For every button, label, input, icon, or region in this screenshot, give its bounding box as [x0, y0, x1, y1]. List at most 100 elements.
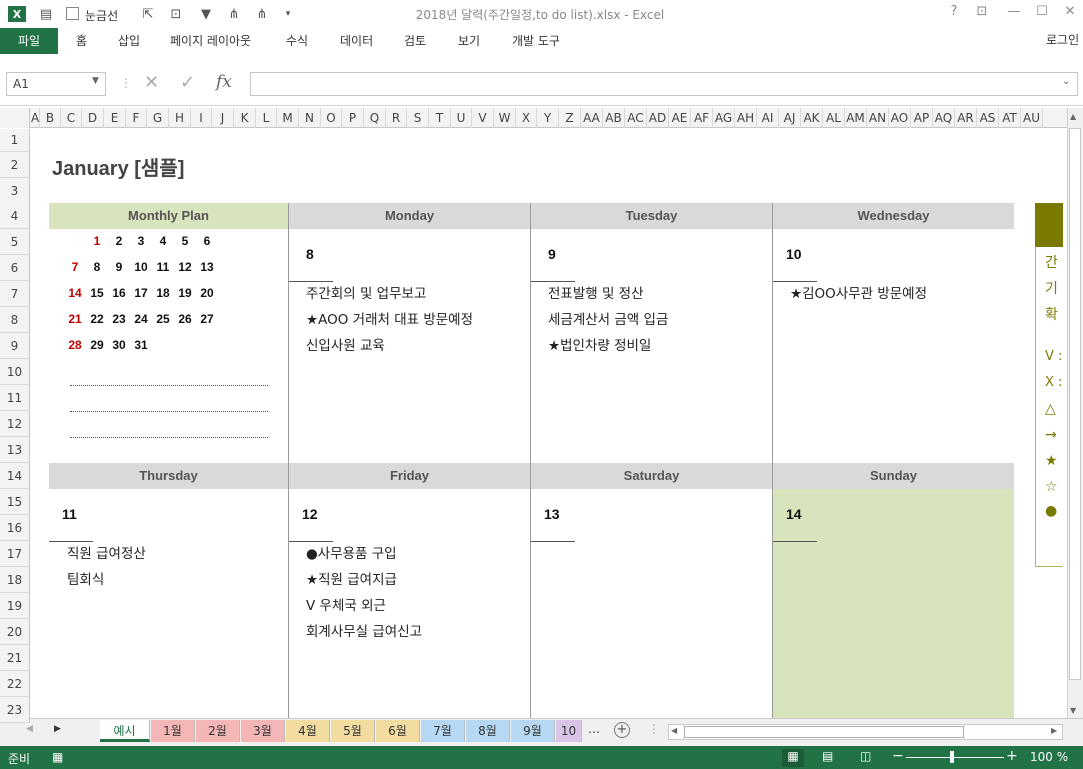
maximize-icon[interactable]: ☐ [1030, 4, 1054, 24]
column-header[interactable]: J [212, 108, 234, 128]
row-header[interactable]: 17 [0, 541, 30, 567]
column-header[interactable]: O [321, 108, 342, 128]
tab-insert[interactable]: 삽입 [110, 28, 148, 54]
splitter-icon[interactable]: ⋮ [648, 722, 660, 736]
cancel-icon[interactable]: ✕ [144, 72, 159, 93]
normal-view-icon[interactable]: ▦ [782, 749, 804, 767]
column-header[interactable]: Q [364, 108, 386, 128]
column-header[interactable]: AA [581, 108, 603, 128]
zoom-in-icon[interactable]: + [1006, 748, 1018, 764]
sheet-tab[interactable]: 5월 [331, 720, 375, 742]
row-header[interactable]: 6 [0, 255, 30, 281]
tab-developer[interactable]: 개발 도구 [504, 28, 568, 54]
row-header[interactable]: 23 [0, 697, 30, 723]
row-header[interactable]: 21 [0, 645, 30, 671]
sheet-tab[interactable]: 7월 [421, 720, 465, 742]
column-header[interactable]: T [429, 108, 451, 128]
tab-home[interactable]: 홈 [68, 28, 95, 54]
sheet-tab[interactable]: 2월 [196, 720, 240, 742]
column-header[interactable]: F [126, 108, 147, 128]
zoom-slider[interactable] [906, 757, 1004, 758]
sheet-tab[interactable]: 9월 [511, 720, 555, 742]
column-header[interactable]: AM [845, 108, 867, 128]
column-header[interactable]: AR [955, 108, 977, 128]
page-break-view-icon[interactable]: ◫ [860, 749, 871, 763]
tab-review[interactable]: 검토 [396, 28, 434, 54]
row-header[interactable]: 4 [0, 203, 30, 229]
column-header[interactable]: Y [537, 108, 559, 128]
select-all-button[interactable] [0, 108, 30, 128]
minimize-icon[interactable]: — [1002, 4, 1026, 24]
sheet-tab[interactable]: 6월 [376, 720, 420, 742]
tab-view[interactable]: 보기 [450, 28, 488, 54]
save-icon[interactable]: ▤ [36, 4, 56, 24]
formula-input[interactable] [250, 72, 1078, 96]
column-header[interactable]: W [494, 108, 516, 128]
column-header[interactable]: Z [559, 108, 581, 128]
column-header[interactable]: AS [977, 108, 999, 128]
row-header[interactable]: 22 [0, 671, 30, 697]
close-icon[interactable]: ✕ [1058, 4, 1082, 24]
column-header[interactable]: R [386, 108, 407, 128]
sheet-tab[interactable]: 1월 [151, 720, 195, 742]
column-header[interactable]: AT [999, 108, 1021, 128]
zoom-out-icon[interactable]: − [892, 748, 904, 764]
enter-icon[interactable]: ✓ [180, 72, 195, 93]
column-header[interactable]: X [516, 108, 537, 128]
sheet-tab[interactable]: 4월 [286, 720, 330, 742]
column-header[interactable]: AD [647, 108, 669, 128]
column-header[interactable]: AK [801, 108, 823, 128]
function-icon[interactable]: fx [216, 72, 232, 92]
column-header[interactable]: U [451, 108, 472, 128]
column-header[interactable]: AN [867, 108, 889, 128]
column-header[interactable]: L [256, 108, 277, 128]
column-header[interactable]: S [407, 108, 429, 128]
row-header[interactable]: 19 [0, 593, 30, 619]
column-header[interactable]: H [169, 108, 191, 128]
column-header[interactable]: A [31, 108, 40, 128]
column-header[interactable]: D [82, 108, 104, 128]
row-header[interactable]: 14 [0, 463, 30, 489]
column-header[interactable]: AC [625, 108, 647, 128]
tab-page-layout[interactable]: 페이지 레이아웃 [162, 28, 259, 54]
row-header[interactable]: 15 [0, 489, 30, 515]
row-header[interactable]: 13 [0, 437, 30, 463]
scroll-right-icon[interactable]: ▶ [1051, 726, 1057, 735]
column-header[interactable]: AF [691, 108, 713, 128]
zoom-level[interactable]: 100 % [1030, 750, 1068, 764]
row-header[interactable]: 11 [0, 385, 30, 411]
filter-icon[interactable]: ▼ [196, 4, 216, 24]
column-header[interactable]: AU [1021, 108, 1043, 128]
macro-record-icon[interactable]: ▦ [52, 750, 63, 764]
row-header[interactable]: 7 [0, 281, 30, 307]
scroll-left-icon[interactable]: ◀ [671, 726, 677, 735]
row-header[interactable]: 10 [0, 359, 30, 385]
column-header[interactable]: AQ [933, 108, 955, 128]
gridlines-checkbox[interactable] [66, 7, 79, 20]
vertical-scroll-thumb[interactable] [1069, 128, 1081, 680]
row-header[interactable]: 3 [0, 178, 30, 204]
tab-data[interactable]: 데이터 [332, 28, 381, 54]
scroll-up-icon[interactable]: ▲ [1070, 112, 1076, 121]
org-chart-icon[interactable]: ⋔ [224, 4, 244, 24]
more-sheets-icon[interactable]: … [588, 722, 600, 736]
row-header[interactable]: 2 [0, 152, 30, 178]
customize-dropdown-icon[interactable]: ▾ [278, 4, 298, 24]
tab-formulas[interactable]: 수식 [278, 28, 316, 54]
hierarchy-icon[interactable]: ⋔ [252, 4, 272, 24]
row-header[interactable]: 1 [0, 129, 30, 152]
scroll-down-icon[interactable]: ▼ [1070, 706, 1076, 715]
column-header[interactable]: N [299, 108, 321, 128]
help-icon[interactable]: ? [942, 4, 966, 24]
column-header[interactable]: C [61, 108, 82, 128]
column-header[interactable]: M [277, 108, 299, 128]
column-header[interactable]: AO [889, 108, 911, 128]
page-layout-view-icon[interactable]: ▤ [822, 749, 833, 763]
column-header[interactable]: AL [823, 108, 845, 128]
add-sheet-icon[interactable]: + [614, 722, 630, 738]
name-box[interactable]: A1 [6, 72, 106, 96]
column-header[interactable]: AP [911, 108, 933, 128]
column-header[interactable]: AE [669, 108, 691, 128]
row-header[interactable]: 8 [0, 307, 30, 333]
expand-formula-icon[interactable]: ⌄ [1062, 76, 1070, 87]
